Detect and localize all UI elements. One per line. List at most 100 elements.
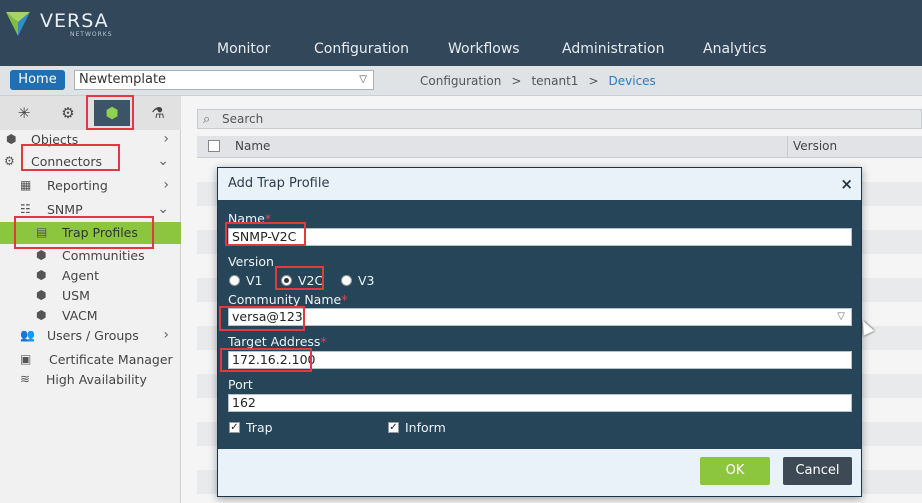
name-value: SNMP-V2C — [232, 229, 297, 244]
target-address-field[interactable]: 172.16.2.100 — [228, 351, 852, 369]
target-address-label-text: Target Address — [228, 334, 321, 349]
breadcrumb: Configuration > tenant1 > Devices — [420, 74, 656, 88]
sidebar-item-reporting[interactable]: ▦ Reporting › — [0, 176, 181, 196]
community-name-select[interactable]: versa@123 ▽ — [228, 308, 852, 326]
gears-icon: ⚙ — [4, 154, 15, 168]
sidebar-item-label: VACM — [62, 308, 98, 323]
users-icon: 👥 — [20, 328, 35, 342]
add-trap-profile-dialog: Add Trap Profile × Name* SNMP-V2C Versio… — [217, 167, 862, 497]
cube-icon: ⬢ — [6, 132, 17, 146]
template-select-value: Newtemplate — [79, 72, 167, 87]
search-placeholder: Search — [222, 112, 264, 126]
chevron-down-icon: ▽ — [359, 74, 367, 85]
cube-icon: ⬢ — [105, 104, 119, 122]
trap-icon: ▤ — [36, 225, 48, 239]
sidebar-item-snmp[interactable]: ☷ SNMP ⌄ — [0, 200, 181, 220]
column-header-version[interactable]: Version — [793, 139, 837, 153]
template-select[interactable]: Newtemplate ▽ — [74, 70, 374, 90]
sidebar-tab-settings[interactable]: ⚙ — [50, 100, 86, 126]
trap-checkbox[interactable]: ✓ — [229, 422, 240, 433]
breadcrumb-tenant[interactable]: tenant1 — [531, 74, 578, 88]
dialog-title-text: Add Trap Profile — [228, 176, 330, 191]
sidebar-item-vacm[interactable]: ⬢ VACM — [0, 306, 181, 326]
chevron-right-icon: › — [163, 177, 169, 193]
column-header-name[interactable]: Name — [235, 139, 270, 153]
nav-administration[interactable]: Administration — [562, 41, 664, 57]
dialog-footer: OK Cancel — [218, 449, 861, 496]
target-address-label: Target Address* — [228, 334, 327, 349]
nav-workflows[interactable]: Workflows — [448, 41, 520, 57]
sidebar-item-connectors[interactable]: ⚙ Connectors ⌄ — [0, 152, 181, 172]
table-header: Name Version — [197, 136, 922, 158]
sidebar-item-label: High Availability — [46, 372, 147, 387]
sidebar-item-label: Certificate Manager — [49, 352, 173, 367]
sidebar-item-usm[interactable]: ⬢ USM — [0, 286, 181, 306]
cube-icon: ⬢ — [36, 288, 47, 302]
version-v3-radio[interactable] — [341, 275, 352, 286]
breadcrumb-separator: > — [511, 74, 522, 88]
nav-configuration[interactable]: Configuration — [314, 41, 409, 57]
versa-logo-icon — [6, 12, 30, 36]
snmp-icon: ☷ — [20, 202, 31, 216]
brand-subtitle: NETWORKS — [70, 31, 113, 38]
cube-icon: ⬢ — [36, 308, 47, 322]
select-all-checkbox[interactable] — [208, 140, 220, 152]
brand-name: VERSA — [40, 10, 109, 32]
chevron-right-icon: › — [163, 131, 169, 147]
inform-checkbox[interactable]: ✓ — [388, 422, 399, 433]
port-label: Port — [228, 377, 253, 392]
version-v2c-radio[interactable] — [281, 275, 292, 286]
ha-icon: ≋ — [20, 372, 31, 386]
version-v1-radio[interactable] — [229, 275, 240, 286]
nav-analytics[interactable]: Analytics — [703, 41, 767, 57]
inform-label: Inform — [405, 420, 446, 435]
name-label-text: Name — [228, 211, 265, 226]
sidebar-item-trap-profiles[interactable]: ▤ Trap Profiles — [0, 222, 181, 244]
ok-button[interactable]: OK — [700, 457, 770, 485]
cube-icon: ⬢ — [36, 248, 47, 262]
sidebar-item-objects[interactable]: ⬢ Objects › — [0, 130, 181, 150]
top-navigation-bar: VERSA NETWORKS Monitor Configuration Wor… — [0, 0, 922, 66]
sidebar-item-high-availability[interactable]: ≋ High Availability — [0, 370, 181, 390]
target-address-value: 172.16.2.100 — [232, 352, 316, 367]
sidebar-tab-globe[interactable]: ⚗ — [140, 100, 176, 126]
sidebar-item-label: Trap Profiles — [62, 225, 138, 240]
community-name-value: versa@123 — [232, 309, 303, 324]
chevron-down-icon: ▽ — [837, 311, 845, 322]
sidebar-item-communities[interactable]: ⬢ Communities — [0, 246, 181, 266]
sidebar-item-label: Objects — [31, 132, 79, 147]
versa-logo[interactable]: VERSA NETWORKS — [4, 6, 124, 40]
trap-label: Trap — [246, 420, 273, 435]
cancel-button[interactable]: Cancel — [783, 457, 852, 485]
chevron-right-icon: › — [163, 327, 169, 343]
name-field[interactable]: SNMP-V2C — [228, 228, 852, 246]
toolbar: Home Newtemplate ▽ Configuration > tenant1… — [0, 66, 922, 96]
sidebar-item-users-groups[interactable]: 👥 Users / Groups › — [0, 326, 181, 346]
name-label: Name* — [228, 211, 271, 226]
sidebar-item-agent[interactable]: ⬢ Agent — [0, 266, 181, 286]
port-value: 162 — [232, 395, 256, 410]
sidebar-item-label: USM — [62, 288, 90, 303]
chevron-down-icon: ⌄ — [157, 201, 169, 217]
chevron-down-icon: ⌄ — [157, 153, 169, 169]
home-button[interactable]: Home — [10, 70, 65, 90]
community-name-label-text: Community Name — [228, 292, 342, 307]
sidebar-item-certificate-manager[interactable]: ▣ Certificate Manager — [0, 350, 181, 370]
sidebar-item-label: Users / Groups — [47, 328, 139, 343]
search-icon: ⌕ — [203, 112, 211, 127]
sidebar-item-label: Reporting — [47, 178, 108, 193]
sidebar-item-label: Agent — [62, 268, 99, 283]
sidebar-tab-network[interactable]: ✳ — [6, 100, 42, 126]
breadcrumb-devices[interactable]: Devices — [609, 74, 656, 88]
close-icon[interactable]: × — [840, 168, 853, 200]
column-divider — [787, 136, 788, 158]
certificate-icon: ▣ — [20, 352, 32, 366]
port-field[interactable]: 162 — [228, 394, 852, 412]
sidebar-item-label: Connectors — [31, 154, 102, 169]
search-input[interactable]: ⌕ Search — [197, 109, 922, 129]
nav-monitor[interactable]: Monitor — [217, 41, 270, 57]
required-mark: * — [264, 211, 272, 226]
gear-icon: ⚙ — [61, 104, 75, 122]
breadcrumb-configuration[interactable]: Configuration — [420, 74, 501, 88]
sidebar-tab-objects[interactable]: ⬢ — [94, 100, 130, 126]
